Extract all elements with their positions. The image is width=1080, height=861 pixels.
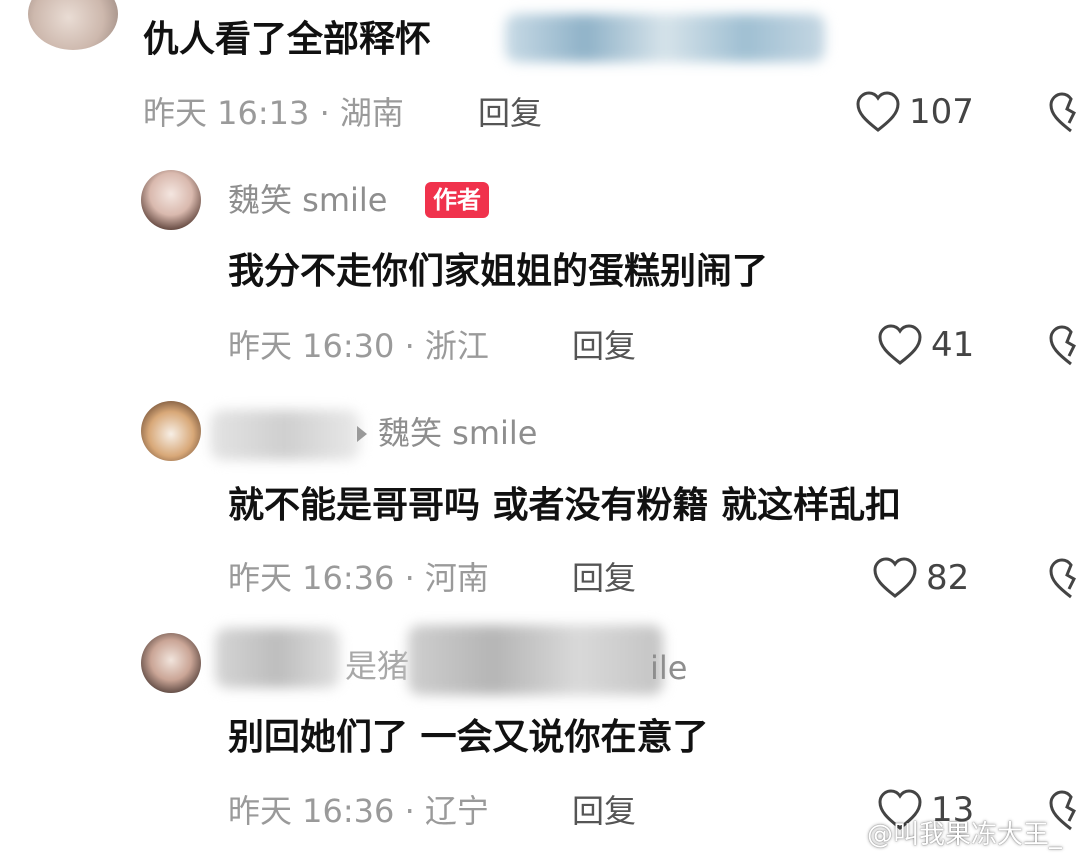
author-username[interactable]: 魏笑 smile	[228, 184, 388, 216]
like-button[interactable]: 41	[877, 323, 974, 367]
reply-button[interactable]: 回复	[572, 795, 636, 827]
reply-arrow-icon	[357, 426, 367, 442]
username-partial[interactable]: ile	[650, 652, 687, 684]
broken-heart-icon[interactable]	[1048, 324, 1080, 368]
comment-meta: 昨天 16:36 · 辽宁	[228, 792, 489, 830]
redacted-text	[505, 14, 825, 62]
comment-text: 我分不走你们家姐姐的蛋糕别闹了	[228, 251, 769, 292]
reply-to-username[interactable]: 魏笑 smile	[378, 417, 538, 449]
like-button[interactable]: 107	[855, 90, 974, 134]
username-partial[interactable]: 是猪	[345, 650, 409, 682]
comment-text: 别回她们了 一会又说你在意了	[228, 717, 709, 758]
comment-meta: 昨天 16:13 · 湖南	[143, 94, 404, 132]
commenter-avatar[interactable]	[141, 401, 201, 461]
author-badge: 作者	[425, 182, 489, 218]
reply-button[interactable]: 回复	[572, 562, 636, 594]
reply-button[interactable]: 回复	[572, 330, 636, 362]
comment-meta: 昨天 16:30 · 浙江	[228, 327, 489, 365]
weibo-logo-icon	[827, 823, 860, 849]
heart-outline-icon	[856, 91, 900, 132]
like-count: 41	[931, 325, 975, 365]
broken-heart-icon[interactable]	[1048, 91, 1080, 135]
watermark-text: @叫我果冻大王_	[866, 820, 1062, 850]
comment-meta: 昨天 16:36 · 河南	[228, 559, 489, 597]
reply-button[interactable]: 回复	[478, 97, 542, 129]
author-avatar[interactable]	[141, 170, 201, 230]
commenter-avatar[interactable]	[141, 633, 201, 693]
comment-text: 就不能是哥哥吗 或者没有粉籍 就这样乱扣	[228, 485, 902, 526]
broken-heart-icon[interactable]	[1048, 557, 1080, 601]
redacted-username	[210, 410, 360, 460]
comment-text: 仇人看了全部释怀	[143, 19, 432, 60]
heart-outline-icon	[873, 557, 917, 598]
like-count: 107	[909, 92, 974, 132]
watermark: @叫我果冻大王_	[827, 821, 1062, 849]
redacted-username	[408, 625, 663, 695]
like-count: 82	[926, 558, 970, 598]
commenter-avatar[interactable]	[28, 0, 118, 50]
like-button[interactable]: 82	[872, 556, 969, 600]
redacted-username	[215, 628, 340, 688]
heart-outline-icon	[878, 324, 922, 365]
